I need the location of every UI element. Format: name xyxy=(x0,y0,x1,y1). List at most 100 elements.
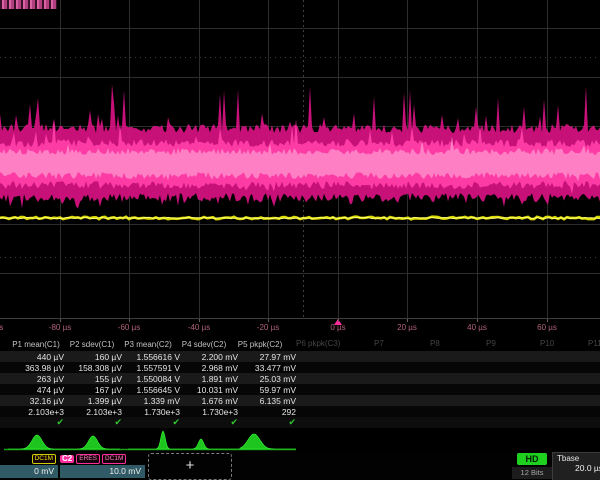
measure-header-inactive[interactable]: P7 xyxy=(374,339,384,348)
status-check-icon: ✔ xyxy=(240,417,298,428)
measure-value: 2.103e+3 xyxy=(66,407,124,417)
measure-row: 474 µV167 µV1.556645 V10.031 mV59.97 mV xyxy=(0,384,600,395)
channel-c1-descriptor[interactable]: DC1M 0 mV xyxy=(0,452,58,480)
axis-tick-mark xyxy=(129,319,130,322)
axis-tick-mark xyxy=(477,319,478,322)
measure-value: 474 µV xyxy=(8,385,66,395)
measure-value: 363.98 µV xyxy=(8,363,66,373)
axis-tick-label: -60 µs xyxy=(118,323,140,332)
axis-tick-label: 0 µs xyxy=(330,323,345,332)
timebase-label: Tbase xyxy=(553,453,600,463)
measure-row: 32.16 µV1.399 µV1.339 mV1.676 mV6.135 mV xyxy=(0,395,600,406)
c2-eres-badge: ERES xyxy=(76,454,100,464)
measure-header-P2[interactable]: P2 sdev(C1) xyxy=(64,340,120,349)
histicon[interactable] xyxy=(64,436,120,449)
measure-status-row: ✔✔✔✔✔ xyxy=(0,417,600,428)
measure-value: 2.968 mV xyxy=(182,363,240,373)
measure-header-P3[interactable]: P3 mean(C2) xyxy=(120,340,176,349)
measure-value: 167 µV xyxy=(66,385,124,395)
measure-value: 1.730e+3 xyxy=(124,407,182,417)
measure-row: 2.103e+32.103e+31.730e+31.730e+3292 xyxy=(0,406,600,417)
status-check-icon: ✔ xyxy=(66,417,124,428)
measure-header-inactive[interactable]: P9 xyxy=(486,339,496,348)
measure-value: 59.97 mV xyxy=(240,385,298,395)
c2-coupling-badge: DC1M xyxy=(102,454,126,464)
c2-label-badge: C2 xyxy=(60,455,74,463)
histicon[interactable] xyxy=(8,435,64,449)
measure-value: 10.031 mV xyxy=(182,385,240,395)
axis-tick-label: -80 µs xyxy=(49,323,71,332)
axis-tick-label: -40 µs xyxy=(188,323,210,332)
measure-value: 6.135 mV xyxy=(240,396,298,406)
graticule-area xyxy=(0,0,600,318)
measure-value: 1.556616 V xyxy=(124,352,182,362)
axis-tick-mark xyxy=(199,319,200,322)
waveform-display xyxy=(0,0,600,318)
c2-vertical-scale: 10.0 mV xyxy=(60,465,145,478)
measure-value: 155 µV xyxy=(66,374,124,384)
histicon-strip xyxy=(0,430,600,452)
hd-bits-label: 12 Bits xyxy=(512,467,552,479)
top-left-badge xyxy=(0,0,57,9)
timebase-value: 20.0 µs xyxy=(553,463,600,473)
measure-value: 2.200 mV xyxy=(182,352,240,362)
axis-tick-label: 20 µs xyxy=(397,323,417,332)
axis-tick-mark xyxy=(60,319,61,322)
status-check-icon: ✔ xyxy=(8,417,66,428)
measure-row: 440 µV160 µV1.556616 V2.200 mV27.97 mV xyxy=(0,351,600,362)
measure-rows: 440 µV160 µV1.556616 V2.200 mV27.97 mV36… xyxy=(0,351,600,428)
histicon-display xyxy=(0,430,600,452)
measure-value: 440 µV xyxy=(8,352,66,362)
status-check-icon: ✔ xyxy=(182,417,240,428)
channel-bar: DC1M 0 mV C2 ERES DC1M 10.0 mV + HD 12 B… xyxy=(0,452,600,480)
axis-tick-label: -20 µs xyxy=(257,323,279,332)
measure-value: 1.676 mV xyxy=(182,396,240,406)
measure-value: 263 µV xyxy=(8,374,66,384)
measure-header-P1[interactable]: P1 mean(C1) xyxy=(8,340,64,349)
measure-value: 27.97 mV xyxy=(240,352,298,362)
hd-mode-badge[interactable]: HD xyxy=(517,453,547,465)
measure-header-inactive[interactable]: P6 pkpk(C3) xyxy=(296,339,340,348)
channel-c2-descriptor[interactable]: C2 ERES DC1M 10.0 mV xyxy=(60,452,145,480)
measure-header-inactive[interactable]: P8 xyxy=(430,339,440,348)
axis-tick-label: -100 µs xyxy=(0,323,3,332)
measure-value: 1.399 µV xyxy=(66,396,124,406)
add-trace-button[interactable]: + xyxy=(148,453,232,480)
axis-tick-mark xyxy=(268,319,269,322)
c1-coupling-badge: DC1M xyxy=(32,454,56,464)
measure-header-row: P1 mean(C1)P2 sdev(C1)P3 mean(C2)P4 sdev… xyxy=(0,338,600,351)
histicon[interactable] xyxy=(184,439,240,449)
axis-tick-mark xyxy=(547,319,548,322)
c1-vertical-scale: 0 mV xyxy=(0,465,58,478)
measure-value: 1.339 mV xyxy=(124,396,182,406)
measurement-table: P1 mean(C1)P2 sdev(C1)P3 mean(C2)P4 sdev… xyxy=(0,338,600,428)
measure-value: 32.16 µV xyxy=(8,396,66,406)
measure-header-inactive[interactable]: P10 xyxy=(540,339,554,348)
axis-tick-label: 60 µs xyxy=(537,323,557,332)
timebase-descriptor[interactable]: Tbase 20.0 µs xyxy=(552,452,600,480)
axis-tick-label: 40 µs xyxy=(467,323,487,332)
axis-tick-mark xyxy=(407,319,408,322)
measure-value: 1.556645 V xyxy=(124,385,182,395)
measure-header-P5[interactable]: P5 pkpk(C2) xyxy=(232,340,288,349)
measure-value: 33.477 mV xyxy=(240,363,298,373)
measure-row: 363.98 µV158.308 µV1.557591 V2.968 mV33.… xyxy=(0,362,600,373)
measure-value: 1.730e+3 xyxy=(182,407,240,417)
measure-row: 263 µV155 µV1.550084 V1.891 mV25.03 mV xyxy=(0,373,600,384)
measure-value: 2.103e+3 xyxy=(8,407,66,417)
measure-header-inactive[interactable]: P11 xyxy=(588,339,600,348)
histicon[interactable] xyxy=(240,434,296,449)
measure-value: 1.891 mV xyxy=(182,374,240,384)
measure-header-P4[interactable]: P4 sdev(C2) xyxy=(176,340,232,349)
measure-value: 25.03 mV xyxy=(240,374,298,384)
measure-value: 292 xyxy=(240,407,298,417)
measure-value: 158.308 µV xyxy=(66,363,124,373)
axis-tick-mark xyxy=(338,319,339,322)
histicon[interactable] xyxy=(128,431,184,449)
status-check-icon: ✔ xyxy=(124,417,182,428)
oscilloscope-screen: -100 µs -80 µs -60 µs -40 µs -20 µs 0 µs 20 µs… xyxy=(0,0,600,480)
axis-strip: -100 µs -80 µs -60 µs -40 µs -20 µs 0 µs 20 µs… xyxy=(0,318,600,337)
measure-value: 1.550084 V xyxy=(124,374,182,384)
measure-value: 160 µV xyxy=(66,352,124,362)
measure-value: 1.557591 V xyxy=(124,363,182,373)
